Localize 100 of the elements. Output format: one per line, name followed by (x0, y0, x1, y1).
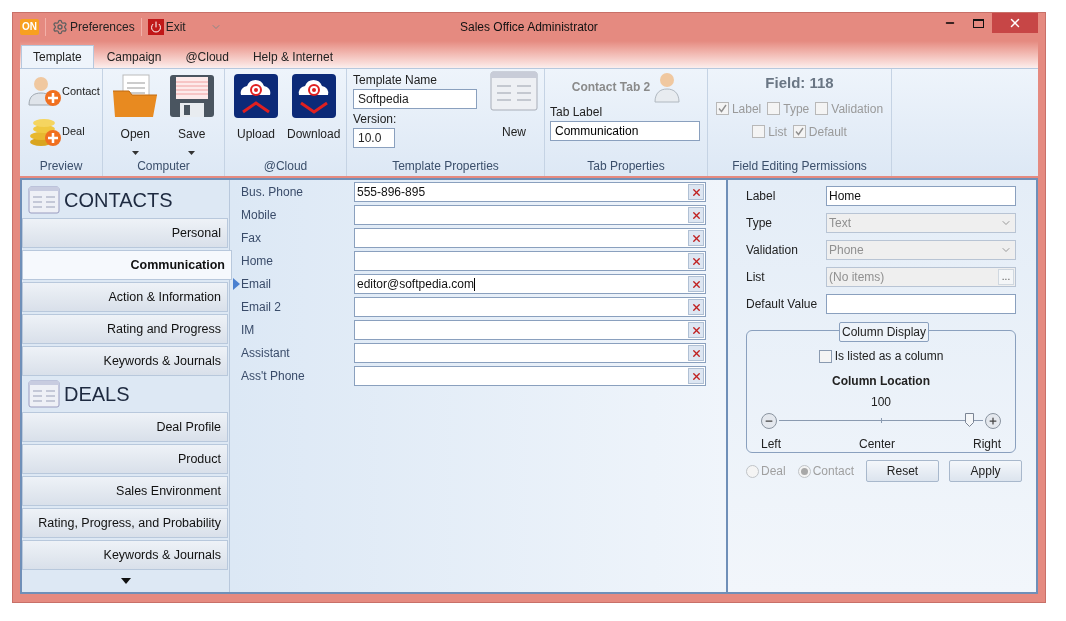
field-label: Email 2 (240, 299, 282, 316)
person-icon (654, 71, 681, 103)
browse-button[interactable]: ... (998, 269, 1014, 285)
ribbon-group-label: Preview (38, 158, 84, 175)
window-title: Sales Office Administrator (460, 19, 598, 36)
slider-label: Center (859, 436, 895, 453)
field-label: Mobile (240, 207, 278, 224)
decrease-button[interactable] (761, 413, 777, 429)
clear-button[interactable] (688, 253, 704, 269)
ribbon-tab[interactable]: Campaign (95, 45, 173, 68)
checkbox[interactable] (715, 102, 729, 115)
checkbox[interactable] (752, 125, 766, 138)
quick-access-button[interactable]: Exit (140, 18, 186, 36)
ribbon-button[interactable]: Open (111, 73, 160, 156)
text-field[interactable]: editor@softpedia.com (354, 274, 706, 294)
ribbon-button[interactable]: Deal (28, 113, 100, 149)
panel-title: Column Display (839, 322, 930, 342)
ribbon-group-label: @Cloud (262, 158, 309, 175)
text-field[interactable]: 555-896-895 (354, 182, 706, 202)
slider-track[interactable] (779, 413, 983, 429)
section-heading: Column Location (832, 373, 930, 390)
text-field[interactable] (354, 320, 706, 340)
version-field[interactable]: 10.0 (353, 128, 395, 148)
nav-item[interactable]: Keywords & Journals (22, 346, 228, 376)
ribbon-tab[interactable]: Help & Internet (241, 45, 344, 68)
nav-item[interactable]: Product (22, 444, 228, 474)
nav-item[interactable]: Rating, Progress, and Probability (22, 508, 228, 538)
plus-icon (988, 416, 998, 426)
text-field[interactable]: Home (826, 186, 1016, 206)
property-label: Validation (746, 242, 799, 259)
nav-item[interactable]: Deal Profile (22, 412, 228, 442)
action-button[interactable]: Reset (866, 460, 940, 482)
nav-item[interactable]: Communication (22, 250, 232, 280)
nav-item[interactable]: Sales Environment (22, 476, 228, 506)
radio-label: Contact (812, 463, 855, 480)
new-button[interactable]: New (490, 71, 538, 156)
scroll-down-icon[interactable] (120, 578, 131, 584)
tab-heading: Contact Tab 2 (571, 79, 651, 96)
clear-button[interactable] (688, 207, 704, 223)
settings-icon (52, 19, 68, 35)
nav-item[interactable]: Action & Information (22, 282, 228, 312)
ribbon-button[interactable]: Upload (233, 73, 279, 156)
checkbox[interactable] (792, 125, 806, 138)
nav-section-title: CONTACTS (64, 188, 173, 213)
template-name-field[interactable]: Softpedia (353, 89, 477, 109)
slider-label: Right (973, 436, 1001, 453)
clear-icon (690, 347, 702, 359)
radio-label: Deal (761, 463, 786, 480)
clear-icon (690, 186, 702, 198)
ribbon-button[interactable]: Save (167, 73, 216, 156)
nav-item[interactable]: Personal (22, 218, 228, 248)
tab-label-field[interactable]: Communication (550, 121, 700, 141)
ribbon-button[interactable]: Contact (28, 73, 100, 109)
form-window-icon (28, 186, 60, 214)
field-label: Fax (240, 230, 262, 247)
field-label: Template Name (353, 72, 439, 89)
checkbox-label: Type (783, 100, 810, 118)
checkbox[interactable] (818, 349, 832, 363)
clear-button[interactable] (688, 345, 704, 361)
checkbox-label: List (768, 123, 787, 141)
field-label: Tab Label (550, 104, 604, 121)
clear-button[interactable] (688, 184, 704, 200)
clear-icon (690, 255, 702, 267)
text-field[interactable] (354, 366, 706, 386)
radio-button[interactable] (746, 464, 759, 478)
ribbon-button[interactable]: Download (287, 73, 341, 156)
clear-icon (690, 324, 702, 336)
field-label: Home (240, 253, 274, 270)
increase-button[interactable] (985, 413, 1001, 429)
ribbon-tab[interactable]: @Cloud (174, 45, 240, 68)
nav-item[interactable]: Rating and Progress (22, 314, 228, 344)
clear-button[interactable] (688, 322, 704, 338)
checkbox[interactable] (815, 102, 829, 115)
field-label: Email (240, 276, 272, 293)
ribbon-group-label: Tab Properties (586, 158, 666, 175)
form-window-icon (28, 380, 60, 408)
ribbon-tab[interactable]: Template (21, 45, 94, 68)
text-field[interactable] (354, 251, 706, 271)
text-field[interactable] (354, 343, 706, 363)
list-field[interactable]: (No items) ... (826, 267, 1016, 287)
clear-button[interactable] (688, 368, 704, 384)
field-label: Bus. Phone (240, 184, 305, 201)
slider-label: Left (761, 436, 781, 453)
slider-thumb[interactable] (964, 413, 974, 427)
field-label: IM (240, 322, 256, 339)
ribbon-group-label: Template Properties (391, 158, 500, 175)
text-field[interactable] (354, 297, 706, 317)
text-field[interactable] (826, 294, 1016, 314)
action-button[interactable]: Apply (949, 460, 1023, 482)
checkbox[interactable] (767, 102, 781, 115)
clear-button[interactable] (688, 276, 704, 292)
text-field[interactable] (354, 205, 706, 225)
power-icon (147, 19, 164, 35)
clear-button[interactable] (688, 299, 704, 315)
radio-button[interactable] (797, 464, 811, 478)
nav-item[interactable]: Keywords & Journals (22, 540, 228, 570)
clear-button[interactable] (688, 230, 704, 246)
quick-access-button[interactable]: Preferences (45, 18, 135, 36)
text-field[interactable] (354, 228, 706, 248)
clear-icon (690, 209, 702, 221)
